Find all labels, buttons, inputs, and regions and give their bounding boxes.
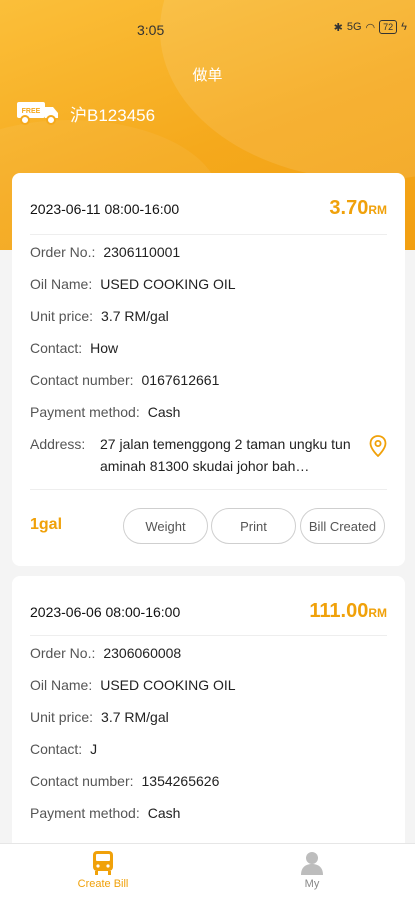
unit-price-value: 3.7 RM/gal	[101, 709, 169, 725]
battery-icon: 72	[379, 20, 398, 34]
order-card-header: 2023-06-11 08:00-16:00 3.70RM	[30, 173, 387, 235]
vehicle-info: FREE 沪B123456	[16, 100, 155, 126]
unit-price-value: 3.7 RM/gal	[101, 308, 169, 324]
amount-value: 111.00	[309, 600, 369, 622]
status-bar: 3:05 ✱ 5G ◠ 72 ϟ	[0, 18, 415, 42]
contact-number-row: Contact number: 1354265626	[30, 764, 387, 796]
oil-name-value: USED COOKING OIL	[100, 677, 236, 693]
order-card[interactable]: 2023-06-06 08:00-16:00 111.00RM Order No…	[12, 576, 405, 876]
amount-currency: RM	[368, 203, 387, 217]
tab-my[interactable]: My	[272, 850, 352, 890]
status-time: 3:05	[137, 22, 165, 38]
order-no-label: Order No.:	[30, 645, 96, 661]
contact-label: Contact:	[30, 741, 83, 757]
bottom-tab-bar: Create Bill My	[0, 843, 415, 900]
order-no-value: 2306110001	[103, 244, 181, 260]
order-quantity: 1gal	[30, 516, 63, 533]
signal-label: 5G	[346, 21, 362, 33]
contact-row: Contact: How	[30, 331, 387, 363]
address-row: Address: 27 jalan temenggong 2 taman ung…	[30, 427, 387, 489]
truck-badge-text: FREE	[22, 108, 41, 115]
payment-row: Payment method: Cash	[30, 395, 387, 427]
oil-name-row: Oil Name: USED COOKING OIL	[30, 668, 387, 700]
page-title: 做单	[192, 67, 223, 84]
payment-label: Payment method:	[30, 805, 140, 821]
contact-number-row: Contact number: 0167612661	[30, 363, 387, 395]
bill-created-button[interactable]: Bill Created	[300, 508, 385, 544]
tab-create-bill-label: Create Bill	[77, 878, 129, 890]
truck-icon: FREE	[17, 102, 58, 125]
battery-level: 72	[383, 22, 394, 32]
order-no-label: Order No.:	[30, 244, 96, 260]
order-details: Order No.: 2306110001 Oil Name: USED COOKI…	[12, 235, 405, 489]
contact-number-value[interactable]: 0167612661	[142, 372, 220, 388]
payment-value: Cash	[147, 805, 181, 821]
location-pin-icon[interactable]	[369, 435, 387, 457]
order-date: 2023-06-06 08:00-16:00	[30, 604, 181, 620]
oil-name-row: Oil Name: USED COOKING OIL	[30, 267, 387, 299]
contact-value: How	[90, 340, 119, 356]
order-card-footer: 1gal Weight Print Bill Created	[30, 489, 387, 551]
order-amount: 111.00RM	[309, 600, 387, 623]
unit-price-row: Unit price: 3.7 RM/gal	[30, 700, 387, 732]
contact-label: Contact:	[30, 340, 83, 356]
print-button[interactable]: Print	[211, 508, 296, 544]
order-no-value: 2306060008	[103, 645, 182, 661]
weight-button[interactable]: Weight	[123, 508, 208, 544]
contact-number-label: Contact number:	[30, 372, 134, 388]
payment-value: Cash	[147, 404, 181, 420]
amount-currency: RM	[368, 606, 387, 620]
order-no-row: Order No.: 2306060008	[30, 636, 387, 668]
unit-price-label: Unit price:	[30, 308, 94, 324]
order-card[interactable]: 2023-06-11 08:00-16:00 3.70RM Order No.:…	[12, 173, 405, 566]
plate-number: 沪B123456	[70, 105, 156, 125]
order-details: Order No.: 2306060008 Oil Name: USED COOKI…	[12, 636, 405, 828]
bus-icon	[93, 851, 113, 875]
wifi-icon: ◠	[365, 21, 376, 34]
status-icons: ✱ 5G ◠ 72 ϟ	[334, 20, 407, 34]
oil-name-label: Oil Name:	[30, 677, 93, 693]
tab-my-label: My	[304, 878, 320, 890]
order-date: 2023-06-11 08:00-16:00	[30, 201, 180, 217]
payment-label: Payment method:	[30, 404, 140, 420]
contact-value: J	[90, 741, 98, 757]
unit-price-label: Unit price:	[30, 709, 94, 725]
contact-row: Contact: J	[30, 732, 387, 764]
order-card-header: 2023-06-06 08:00-16:00 111.00RM	[30, 576, 387, 636]
contact-number-label: Contact number:	[30, 773, 134, 789]
contact-number-value[interactable]: 1354265626	[142, 773, 220, 789]
bluetooth-icon: ✱	[333, 21, 343, 34]
unit-price-row: Unit price: 3.7 RM/gal	[30, 299, 387, 331]
payment-row: Payment method: Cash	[30, 796, 387, 828]
order-amount: 3.70RM	[329, 197, 387, 220]
oil-name-label: Oil Name:	[30, 276, 93, 292]
charging-icon: ϟ	[401, 21, 407, 33]
tab-create-bill[interactable]: Create Bill	[63, 850, 143, 890]
address-label: Address:	[30, 436, 86, 452]
order-no-row: Order No.: 2306110001	[30, 235, 387, 267]
user-icon	[301, 852, 323, 875]
amount-value: 3.70	[329, 197, 369, 219]
oil-name-value: USED COOKING OIL	[100, 276, 236, 292]
address-value: 27 jalan temenggong 2 taman ungku tun am…	[100, 436, 351, 474]
